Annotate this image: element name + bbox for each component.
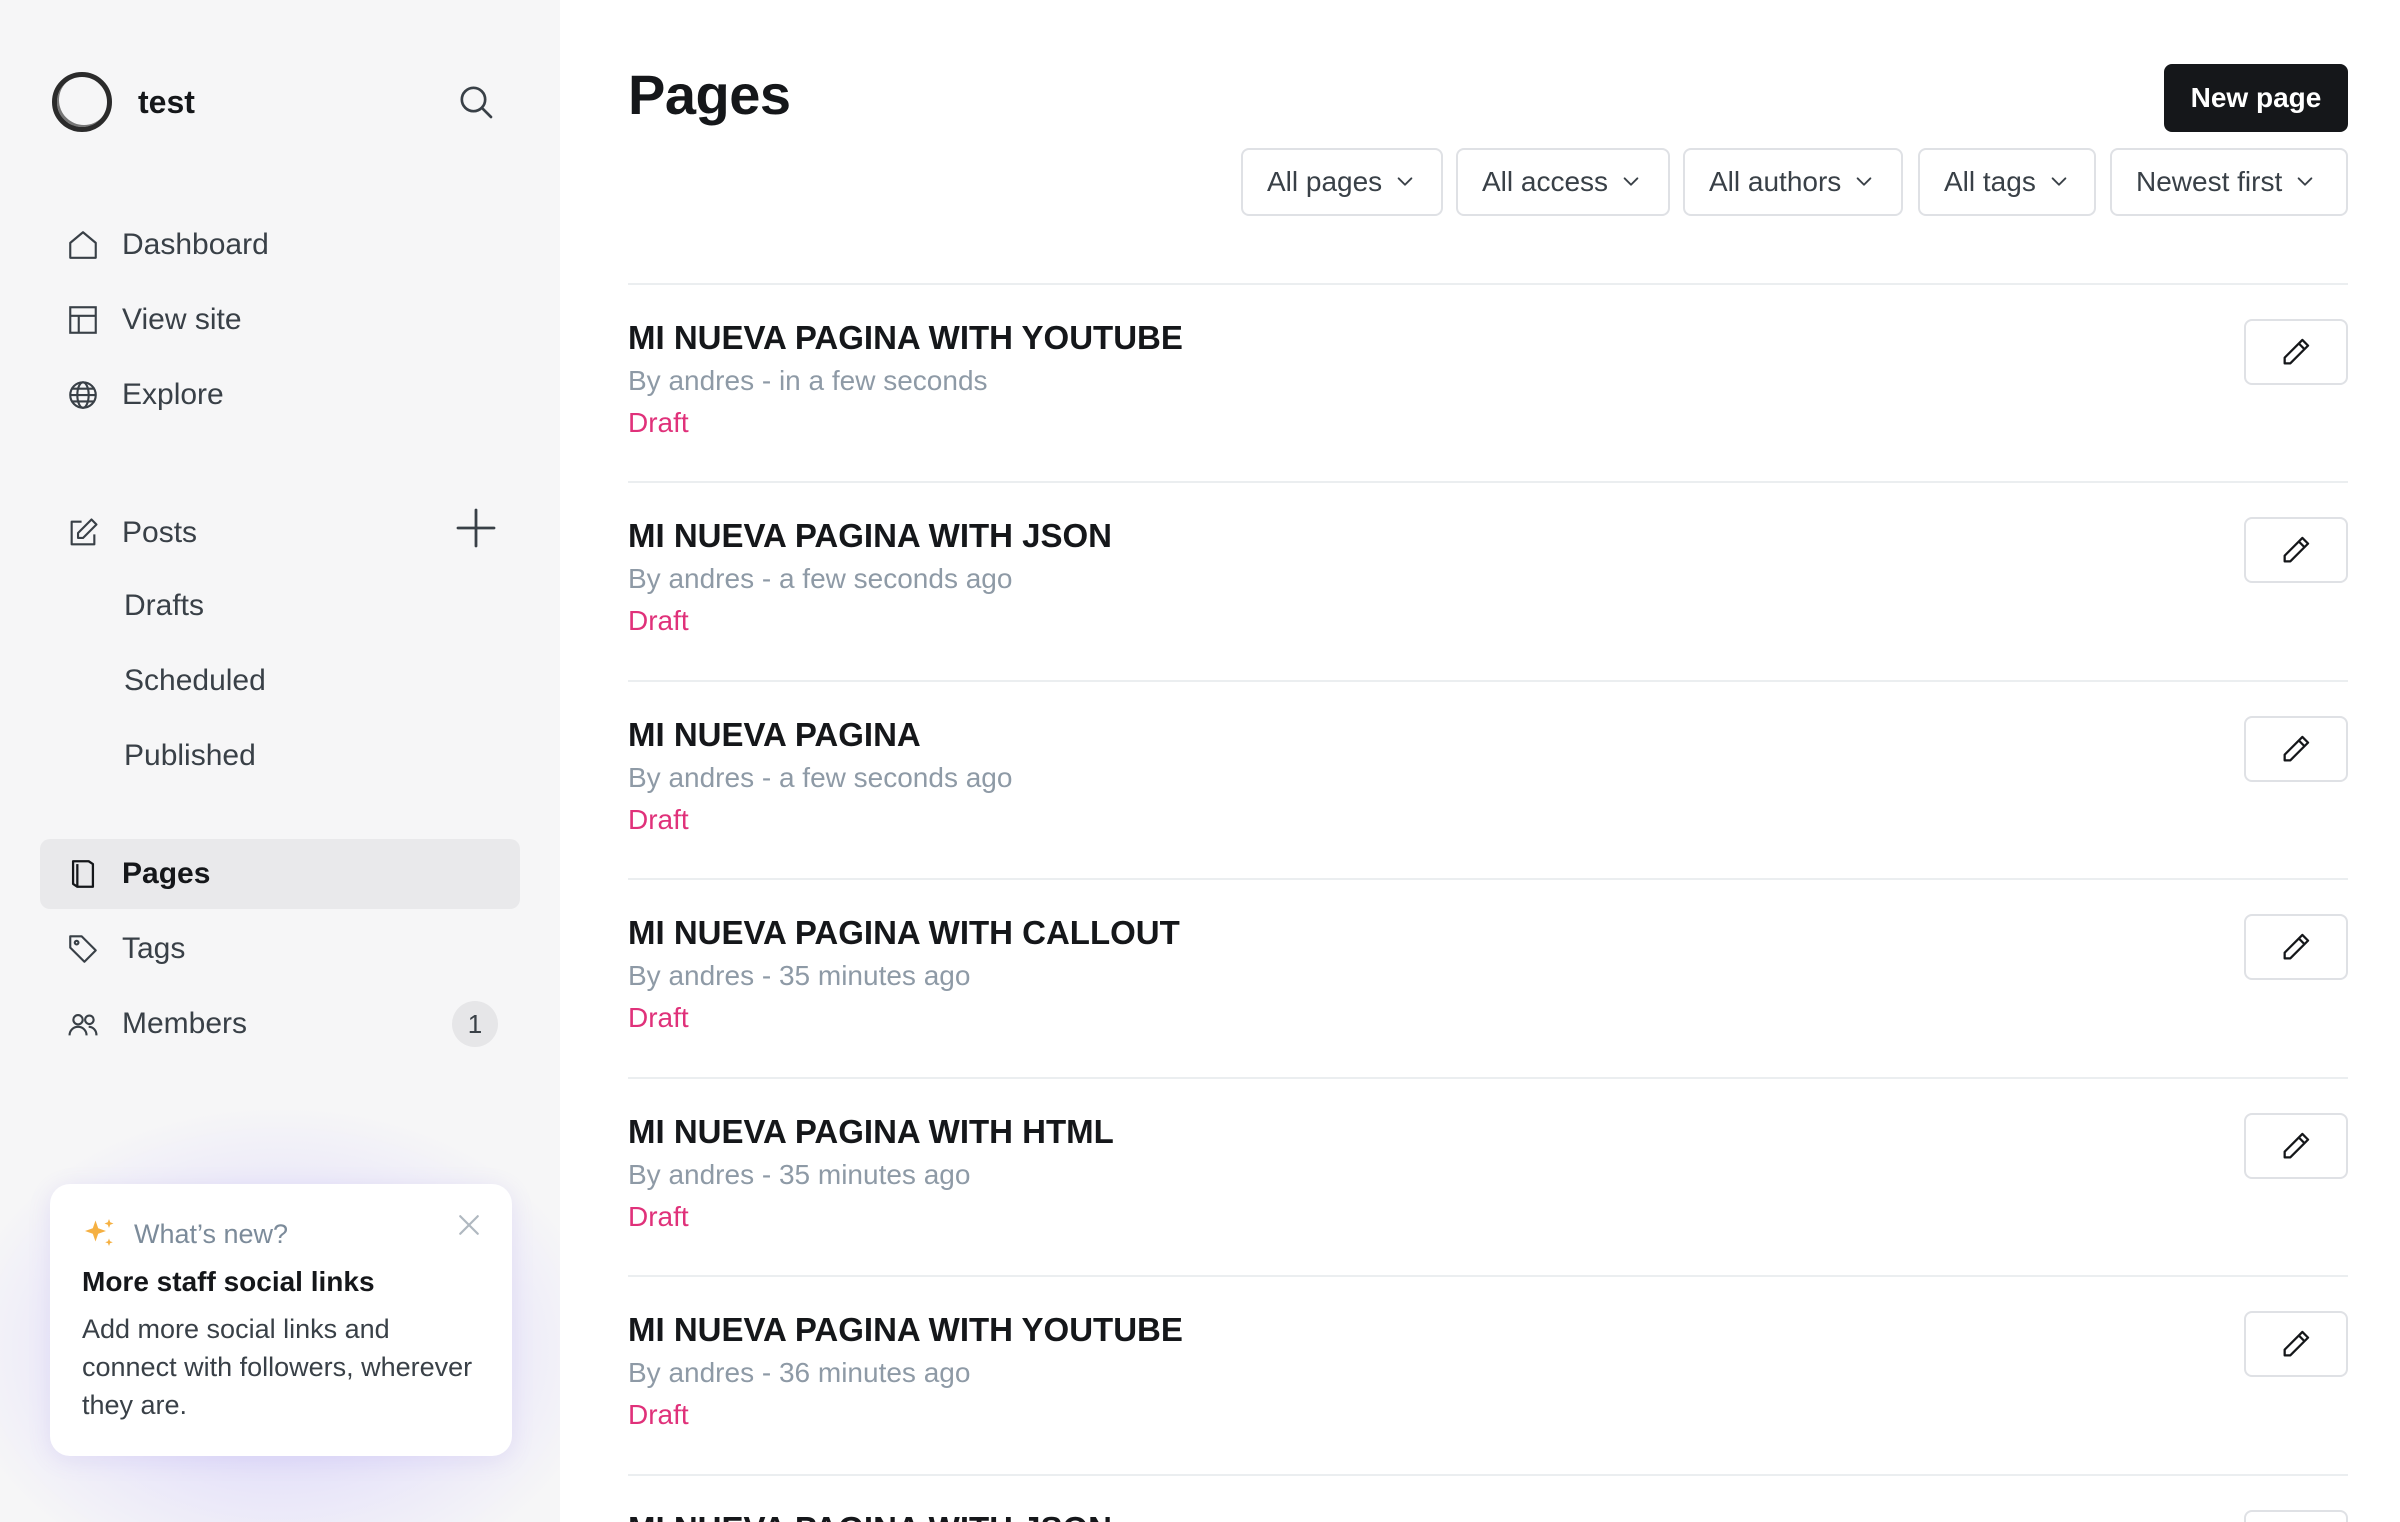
sidebar-item-published[interactable]: Published [124, 736, 256, 776]
main-content: Pages New page All pages All access All … [560, 0, 2400, 1522]
plus-icon [456, 508, 496, 548]
chevron-down-icon [1623, 177, 1639, 186]
pencil-icon [2283, 338, 2310, 365]
whats-new-label: What’s new? [134, 1218, 289, 1249]
filter-label: All tags [1944, 166, 2036, 197]
pencil-icon [2283, 536, 2310, 563]
page-title-text: MI NUEVA PAGINA WITH JSON [628, 517, 1113, 554]
chevron-down-icon [1856, 177, 1872, 186]
sidebar-item-drafts[interactable]: Drafts [124, 586, 204, 626]
page-list-item[interactable]: MI NUEVA PAGINA WITH CALLOUT By andres -… [628, 880, 2348, 1078]
page-status: Draft [628, 407, 689, 438]
whats-new-close-button[interactable] [454, 1210, 484, 1240]
pencil-icon [2283, 1132, 2310, 1159]
page-title-text: MI NUEVA PAGINA WITH CALLOUT [628, 914, 1180, 951]
sidebar: test Dashboard View site Explore Posts D… [0, 0, 560, 1522]
filter-order-select[interactable]: Newest first [2110, 148, 2348, 216]
pencil-icon [2283, 735, 2310, 762]
page-title: Pages [628, 63, 791, 126]
filter-bar: All pages All access All authors All tag… [560, 148, 2400, 216]
sidebar-item-label: Members [122, 1007, 248, 1040]
pencil-icon [2283, 933, 2310, 960]
page-list-item[interactable]: MI NUEVA PAGINA WITH JSON By andres - a … [628, 483, 2348, 681]
whats-new-body: Add more social links and connect with f… [82, 1314, 473, 1420]
sidebar-item-members[interactable]: Members 1 [40, 989, 520, 1059]
members-icon [68, 1014, 98, 1036]
sidebar-item-label: Pages [122, 857, 211, 890]
filter-label: All pages [1267, 166, 1383, 197]
filter-tag-select[interactable]: All tags [1918, 148, 2096, 216]
page-list-item[interactable]: MI NUEVA PAGINA WITH JSON [628, 1476, 2348, 1522]
site-name: test [138, 83, 195, 120]
chevron-down-icon [2051, 177, 2067, 186]
filter-type-select[interactable]: All pages [1241, 148, 1443, 216]
site-logo [52, 72, 112, 132]
close-icon [459, 1215, 479, 1235]
page-list-item[interactable]: MI NUEVA PAGINA WITH YOUTUBE By andres -… [628, 285, 2348, 483]
edit-page-button[interactable] [2244, 1113, 2348, 1179]
whats-new-title: More staff social links [82, 1266, 375, 1297]
filter-label: Newest first [2136, 166, 2283, 197]
page-title-text: MI NUEVA PAGINA WITH JSON [628, 1510, 1112, 1522]
sidebar-item-label: Posts [122, 516, 198, 549]
edit-page-button[interactable] [2244, 716, 2348, 782]
filter-label: All authors [1709, 166, 1842, 197]
sidebar-item-label: Tags [122, 932, 186, 965]
sidebar-item-label: Explore [122, 378, 224, 411]
page-title-text: MI NUEVA PAGINA [628, 716, 921, 753]
page-icon [71, 860, 95, 888]
edit-page-button[interactable] [2244, 1311, 2348, 1377]
edit-icon [70, 518, 98, 546]
page-title-text: MI NUEVA PAGINA WITH YOUTUBE [628, 319, 1183, 356]
page-title-text: MI NUEVA PAGINA WITH HTML [628, 1113, 1114, 1150]
new-post-button[interactable] [452, 504, 500, 552]
filter-access-select[interactable]: All access [1456, 148, 1670, 216]
page-meta: By andres - a few seconds ago [628, 762, 1013, 793]
page-meta: By andres - in a few seconds [628, 365, 988, 396]
page-meta: By andres - 35 minutes ago [628, 1159, 971, 1190]
edit-page-button[interactable] [2244, 517, 2348, 583]
page-title-text: MI NUEVA PAGINA WITH YOUTUBE [628, 1311, 1183, 1348]
pencil-icon [2283, 1330, 2310, 1357]
brand[interactable]: test [52, 70, 512, 134]
sidebar-item-scheduled[interactable]: Scheduled [124, 661, 266, 701]
whats-new-card[interactable]: What’s new? More staff social links Add … [50, 1184, 512, 1456]
new-page-button[interactable]: New page [2164, 64, 2348, 132]
edit-page-button[interactable] [2244, 319, 2348, 385]
sidebar-item-label: Dashboard [122, 228, 269, 261]
page-meta: By andres - a few seconds ago [628, 563, 1013, 594]
sidebar-item-tags[interactable]: Tags [40, 914, 520, 984]
page-list-item[interactable]: MI NUEVA PAGINA WITH HTML By andres - 35… [628, 1079, 2348, 1277]
sidebar-item-dashboard[interactable]: Dashboard [40, 210, 520, 280]
sidebar-item-label: View site [122, 303, 242, 336]
sidebar-item-explore[interactable]: Explore [40, 360, 520, 430]
layout-icon [69, 306, 97, 334]
globe-icon [69, 381, 97, 409]
search-icon [460, 86, 493, 119]
page-list-item[interactable]: MI NUEVA PAGINA By andres - a few second… [628, 682, 2348, 880]
page-status: Draft [628, 605, 689, 636]
filter-label: All access [1482, 166, 1609, 197]
page-list-item[interactable]: MI NUEVA PAGINA WITH YOUTUBE By andres -… [628, 1277, 2348, 1475]
home-icon [69, 231, 97, 259]
sidebar-item-view-site[interactable]: View site [40, 285, 520, 355]
search-button[interactable] [454, 80, 498, 124]
chevron-down-icon [1397, 177, 1413, 186]
edit-page-button[interactable] [2244, 914, 2348, 980]
sidebar-item-pages[interactable]: Pages [40, 839, 520, 909]
page-status: Draft [628, 1201, 689, 1232]
sparkle-icon [85, 1219, 114, 1246]
chevron-down-icon [2297, 177, 2313, 186]
page-status: Draft [628, 1002, 689, 1033]
page-status: Draft [628, 1399, 689, 1430]
page-meta: By andres - 35 minutes ago [628, 960, 971, 991]
filter-author-select[interactable]: All authors [1683, 148, 1903, 216]
tag-icon [69, 935, 97, 963]
sidebar-item-posts[interactable]: Posts [40, 498, 440, 568]
edit-page-button[interactable] [2244, 1510, 2348, 1522]
page-status: Draft [628, 804, 689, 835]
members-count-badge: 1 [452, 1001, 498, 1047]
page-meta: By andres - 36 minutes ago [628, 1357, 971, 1388]
